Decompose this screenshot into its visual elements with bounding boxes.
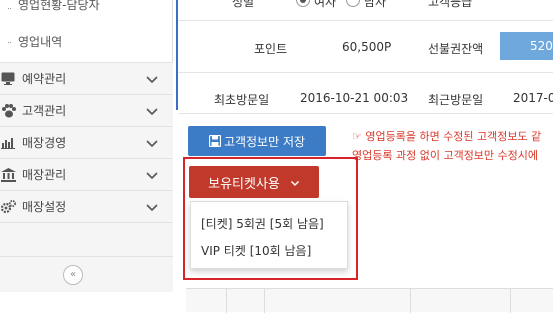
points-value: 60,500P bbox=[342, 40, 392, 54]
sidebar-subitem-sales-history[interactable]: 영업내역 bbox=[0, 26, 173, 58]
use-ticket-button[interactable]: 보유티켓사용 bbox=[189, 166, 319, 198]
sidebar-menu-label: 예약관리 bbox=[22, 72, 67, 86]
points-label: 포인트 bbox=[254, 42, 288, 56]
customer-grade-label: 고객등급 bbox=[428, 0, 473, 9]
chevron-down-icon bbox=[145, 168, 159, 182]
gender-radio-female[interactable] bbox=[296, 0, 310, 7]
row-divider bbox=[178, 72, 553, 73]
sidebar-spacer bbox=[0, 222, 173, 256]
ticket-dropdown-menu: [티켓] 5회권 [5회 남음] VIP 티켓 [10회 남음] bbox=[190, 201, 348, 269]
sidebar: 영업현황-담당자 영업내역 예약관리 고객관리 매장경영 매장관리 매장설정 « bbox=[0, 0, 173, 312]
building-icon bbox=[0, 167, 16, 183]
row-divider bbox=[178, 113, 553, 114]
chevron-down-icon bbox=[290, 177, 300, 187]
table-column-divider bbox=[226, 289, 227, 313]
save-customer-info-label: 고객정보만 저장 bbox=[223, 134, 306, 149]
sidebar-collapse-row: « bbox=[0, 256, 173, 292]
floppy-disk-icon bbox=[208, 134, 222, 148]
ticket-option-vip[interactable]: VIP 티켓 [10회 남음] bbox=[201, 242, 311, 259]
sidebar-subitem-sales-status-staff[interactable]: 영업현황-담당자 bbox=[0, 0, 173, 18]
last-visit-value: 2017-0 bbox=[513, 91, 553, 105]
notice-line-1: ☞ 영업등록을 하면 수정된 고객정보도 같 bbox=[352, 130, 542, 143]
prepaid-balance-box: 520, bbox=[500, 32, 553, 60]
first-visit-value: 2016-10-21 00:03 bbox=[300, 91, 409, 105]
table-column-divider bbox=[264, 289, 265, 313]
bottom-table-header bbox=[186, 288, 553, 313]
notice-text: ☞ 영업등록을 하면 수정된 고객정보도 같 영업등록 과정 없이 고객정보만 … bbox=[352, 127, 553, 165]
first-visit-label: 최초방문일 bbox=[214, 93, 270, 107]
gender-radio-female-label: 여자 bbox=[314, 0, 337, 9]
sidebar-subitem-label: 영업내역 bbox=[18, 35, 63, 49]
ticket-option-5-times[interactable]: [티켓] 5회권 [5회 남음] bbox=[201, 215, 324, 232]
chevron-down-icon bbox=[145, 200, 159, 214]
monitor-icon bbox=[0, 71, 16, 87]
table-column-divider bbox=[510, 289, 511, 313]
last-visit-label: 최근방문일 bbox=[428, 93, 484, 107]
sidebar-menu-label: 매장관리 bbox=[22, 168, 67, 182]
sidebar-menu-store-management[interactable]: 매장경영 bbox=[0, 126, 173, 158]
gender-label: 성별 bbox=[232, 0, 255, 9]
notice-line-2: 영업등록 과정 없이 고객정보만 수정시에 bbox=[352, 149, 539, 162]
bar-chart-icon bbox=[0, 135, 16, 151]
sidebar-menu-store-admin[interactable]: 매장관리 bbox=[0, 158, 173, 190]
sidebar-menu-store-settings[interactable]: 매장설정 bbox=[0, 190, 173, 222]
gears-icon bbox=[0, 199, 16, 215]
prepaid-balance-label: 선불권잔액 bbox=[428, 42, 484, 56]
sidebar-menu-reservation[interactable]: 예약관리 bbox=[0, 62, 173, 94]
use-ticket-label: 보유티켓사용 bbox=[208, 176, 280, 192]
sidebar-collapse-button[interactable]: « bbox=[63, 265, 83, 285]
chevron-down-icon bbox=[145, 72, 159, 86]
save-customer-info-button[interactable]: 고객정보만 저장 bbox=[188, 126, 326, 156]
sidebar-footer bbox=[0, 292, 173, 312]
row-divider bbox=[178, 20, 553, 21]
paw-icon bbox=[0, 103, 16, 119]
sidebar-menu-label: 매장경영 bbox=[22, 136, 67, 150]
gender-radio-male[interactable] bbox=[346, 0, 360, 7]
gender-radio-male-label: 남자 bbox=[364, 0, 387, 9]
chevron-down-icon bbox=[145, 136, 159, 150]
sidebar-subitem-label: 영업현황-담당자 bbox=[18, 0, 100, 12]
prepaid-balance-value: 520, bbox=[530, 39, 553, 53]
chevron-down-icon bbox=[145, 104, 159, 118]
sidebar-menu-label: 매장설정 bbox=[22, 200, 67, 214]
table-column-divider bbox=[410, 289, 411, 313]
main-content-left-border bbox=[176, 0, 178, 110]
sidebar-menu-customer[interactable]: 고객관리 bbox=[0, 94, 173, 126]
sidebar-menu-label: 고객관리 bbox=[22, 104, 67, 118]
